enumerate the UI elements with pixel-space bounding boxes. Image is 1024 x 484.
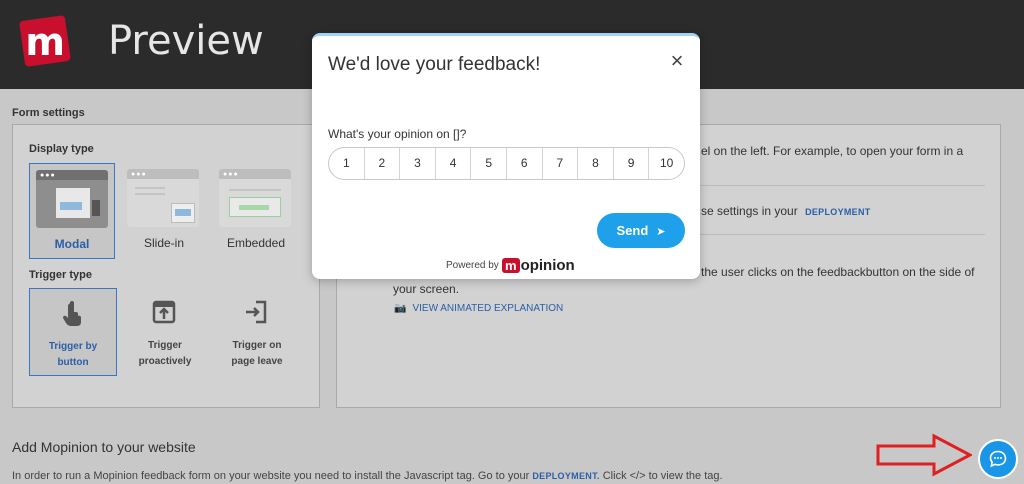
deployment-link[interactable]: DEPLOYMENT — [805, 207, 871, 217]
red-arrow-icon — [876, 433, 972, 477]
popup-arrow-icon — [151, 300, 177, 326]
trigger-on-page-leave[interactable]: Trigger on page leave — [213, 288, 301, 376]
rating-option-7[interactable]: 7 — [543, 148, 579, 179]
display-type-label: Display type — [29, 143, 94, 155]
exit-arrow-icon — [243, 300, 269, 326]
trigger-type-label: Trigger type — [29, 269, 92, 281]
close-icon[interactable]: × — [666, 50, 688, 72]
modal-thumbnail: ●●● — [36, 170, 108, 228]
display-type-label-embedded: Embedded — [226, 236, 286, 250]
powered-by-label: Powered by — [446, 260, 499, 271]
form-settings-label: Form settings — [12, 107, 85, 119]
explanation-line-2: se settings in your DEPLOYMENT — [701, 204, 871, 218]
camera-icon: 📷 — [394, 303, 407, 314]
explanation-line-3: the user clicks on the feedbackbutton on… — [701, 265, 975, 279]
embedded-thumbnail: ●●● — [219, 169, 291, 227]
rating-option-10[interactable]: 10 — [649, 148, 684, 179]
mopinion-logo: m — [19, 15, 71, 67]
page-title: Preview — [108, 18, 264, 64]
form-settings-panel: Display type ●●● Modal ●●● Slide-in ●●● — [12, 124, 320, 408]
explanation-line-1: el on the left. For example, to open you… — [701, 144, 964, 158]
rating-option-3[interactable]: 3 — [400, 148, 436, 179]
display-type-embedded[interactable]: ●●● Embedded — [213, 163, 299, 259]
deployment-link-bottom[interactable]: DEPLOYMENT. — [532, 471, 599, 481]
display-type-modal[interactable]: ●●● Modal — [29, 163, 115, 259]
rating-option-5[interactable]: 5 — [471, 148, 507, 179]
rating-option-1[interactable]: 1 — [329, 148, 365, 179]
paper-plane-icon: ➤ — [656, 226, 666, 238]
mopinion-brand-logo: m opinion — [502, 257, 575, 274]
display-type-label-modal: Modal — [54, 237, 90, 251]
trigger-proactively[interactable]: Trigger proactively — [121, 288, 209, 376]
display-type-slide-in[interactable]: ●●● Slide-in — [121, 163, 207, 259]
tap-hand-icon — [60, 301, 86, 327]
rating-option-8[interactable]: 8 — [578, 148, 614, 179]
chat-bubble-icon — [989, 450, 1007, 468]
slide-in-thumbnail: ●●● — [127, 169, 199, 227]
explanation-line-4: your screen. — [393, 282, 460, 296]
rating-option-2[interactable]: 2 — [365, 148, 401, 179]
view-animated-explanation-link[interactable]: 📷 VIEW ANIMATED EXPLANATION — [394, 303, 563, 314]
rating-option-6[interactable]: 6 — [507, 148, 543, 179]
rating-question: What's your opinion on []? — [328, 127, 467, 141]
rating-option-4[interactable]: 4 — [436, 148, 472, 179]
add-mopinion-title: Add Mopinion to your website — [12, 439, 196, 455]
display-type-label-slide-in: Slide-in — [143, 236, 185, 250]
rating-scale: 1 2 3 4 5 6 7 8 9 10 — [328, 147, 685, 180]
rating-option-9[interactable]: 9 — [614, 148, 650, 179]
modal-title: We'd love your feedback! — [328, 54, 541, 75]
trigger-by-button[interactable]: Trigger by button — [29, 288, 117, 376]
send-button[interactable]: Send ➤ — [597, 213, 685, 248]
feedback-modal: We'd love your feedback! × What's your o… — [312, 33, 700, 279]
feedback-button[interactable] — [978, 439, 1018, 479]
add-mopinion-text: In order to run a Mopinion feedback form… — [12, 470, 723, 482]
